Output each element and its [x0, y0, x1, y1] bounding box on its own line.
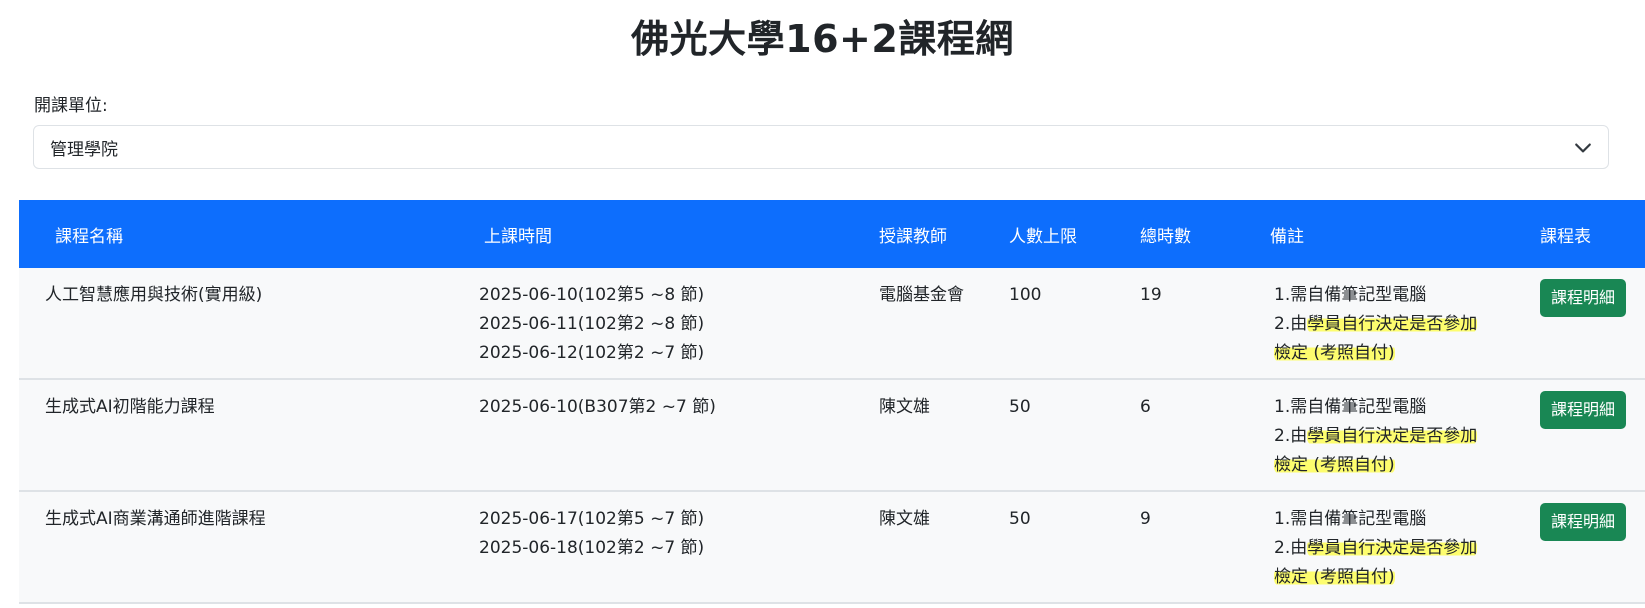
highlighted-note: 檢定 (考照自付)	[1274, 343, 1395, 363]
note-line: 1.需自備筆記型電腦	[1274, 397, 1427, 417]
capacity: 100	[1009, 285, 1042, 305]
note-line: 2.由學員自行決定是否參加	[1274, 426, 1478, 446]
class-time: 2025-06-17(102第5 ~7 節)	[479, 509, 705, 529]
table-header: 課程名稱 上課時間 授課教師 人數上限 總時數 備註 課程表	[19, 200, 1645, 268]
header-class-time: 上課時間	[484, 226, 552, 247]
instructor: 陳文雄	[879, 509, 930, 529]
course-table: 課程名稱 上課時間 授課教師 人數上限 總時數 備註 課程表 人工智慧應用與技術…	[19, 200, 1645, 604]
header-capacity: 人數上限	[1009, 226, 1077, 247]
course-name: 人工智慧應用與技術(實用級)	[45, 285, 263, 305]
header-total-hours: 總時數	[1140, 226, 1191, 247]
unit-filter-label: 開課單位:	[34, 96, 108, 116]
course-details-button[interactable]: 課程明細	[1540, 391, 1627, 429]
total-hours: 6	[1140, 397, 1151, 417]
unit-select[interactable]: 管理學院	[33, 125, 1609, 169]
note-line: 1.需自備筆記型電腦	[1274, 285, 1427, 305]
notes: 1.需自備筆記型電腦 2.由學員自行決定是否參加 檢定 (考照自付)	[1270, 268, 1532, 379]
page-title: 佛光大學16+2課程網	[631, 17, 1014, 61]
total-hours: 19	[1140, 285, 1162, 305]
class-time: 2025-06-10(B307第2 ~7 節)	[479, 397, 716, 417]
total-hours: 9	[1140, 509, 1151, 529]
instructor: 電腦基金會	[879, 285, 964, 305]
notes: 1.需自備筆記型電腦 2.由學員自行決定是否參加 檢定 (考照自付)	[1270, 379, 1532, 491]
table-row: 生成式AI初階能力課程 2025-06-10(B307第2 ~7 節) 陳文雄 …	[19, 379, 1645, 491]
class-times: 2025-06-10(B307第2 ~7 節)	[469, 379, 879, 491]
highlighted-note: 檢定 (考照自付)	[1274, 455, 1395, 475]
highlighted-note: 檢定 (考照自付)	[1274, 567, 1395, 587]
class-times: 2025-06-17(102第5 ~7 節) 2025-06-18(102第2 …	[469, 491, 879, 603]
class-time: 2025-06-11(102第2 ~8 節)	[479, 314, 705, 334]
instructor: 陳文雄	[879, 397, 930, 417]
course-name: 生成式AI初階能力課程	[45, 397, 215, 417]
header-schedule: 課程表	[1540, 226, 1591, 247]
header-instructor: 授課教師	[879, 226, 947, 247]
class-times: 2025-06-10(102第5 ~8 節) 2025-06-11(102第2 …	[469, 268, 879, 379]
class-time: 2025-06-10(102第5 ~8 節)	[479, 285, 705, 305]
capacity: 50	[1009, 397, 1031, 417]
schedule-cell: 課程明細	[1532, 491, 1645, 603]
class-time: 2025-06-18(102第2 ~7 節)	[479, 538, 705, 558]
table-row: 人工智慧應用與技術(實用級) 2025-06-10(102第5 ~8 節) 20…	[19, 268, 1645, 379]
highlighted-note: 學員自行決定是否參加	[1307, 426, 1478, 446]
course-details-button[interactable]: 課程明細	[1540, 279, 1627, 317]
course-name: 生成式AI商業溝通師進階課程	[45, 509, 266, 529]
notes: 1.需自備筆記型電腦 2.由學員自行決定是否參加 檢定 (考照自付)	[1270, 491, 1532, 603]
class-time: 2025-06-12(102第2 ~7 節)	[479, 343, 705, 363]
course-details-button[interactable]: 課程明細	[1540, 503, 1627, 541]
schedule-cell: 課程明細	[1532, 268, 1645, 379]
note-line: 2.由學員自行決定是否參加	[1274, 538, 1478, 558]
highlighted-note: 學員自行決定是否參加	[1307, 314, 1478, 334]
note-line: 1.需自備筆記型電腦	[1274, 509, 1427, 529]
highlighted-note: 學員自行決定是否參加	[1307, 538, 1478, 558]
note-line: 檢定 (考照自付)	[1274, 339, 1532, 368]
capacity: 50	[1009, 509, 1031, 529]
note-line: 2.由學員自行決定是否參加	[1274, 314, 1478, 334]
header-course-name: 課程名稱	[55, 226, 123, 247]
note-line: 檢定 (考照自付)	[1274, 563, 1532, 592]
table-row: 生成式AI商業溝通師進階課程 2025-06-17(102第5 ~7 節) 20…	[19, 491, 1645, 603]
unit-select-value: 管理學院	[50, 139, 118, 160]
chevron-down-icon	[1575, 143, 1591, 153]
header-notes: 備註	[1270, 226, 1304, 247]
note-line: 檢定 (考照自付)	[1274, 451, 1532, 480]
schedule-cell: 課程明細	[1532, 379, 1645, 491]
